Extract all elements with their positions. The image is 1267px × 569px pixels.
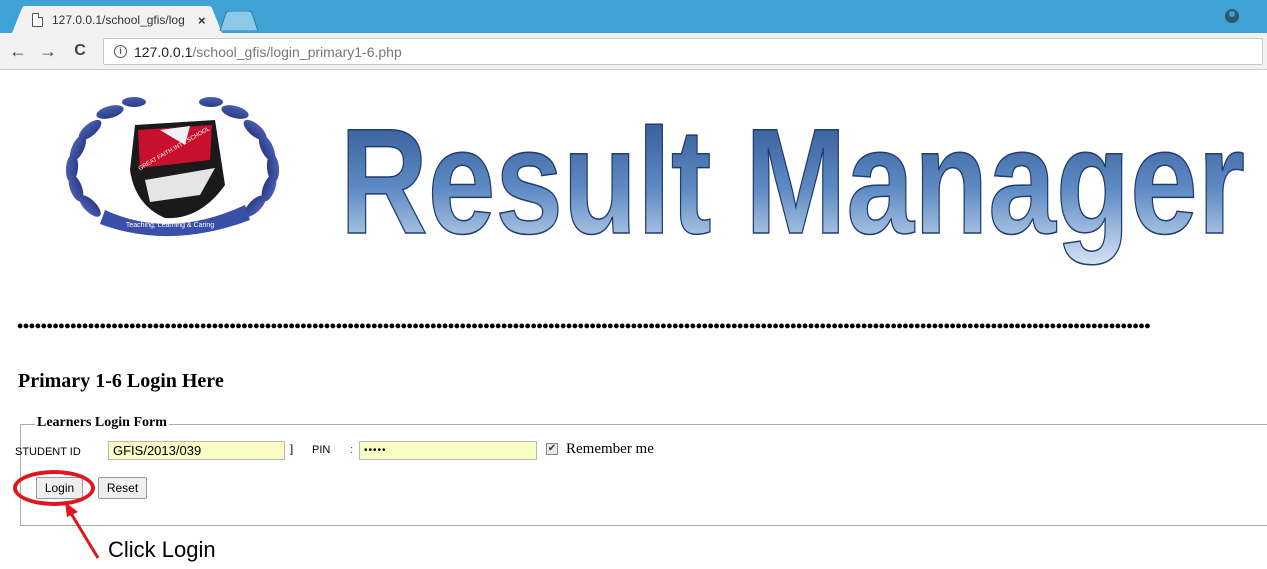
annotation-arrow-icon — [65, 502, 100, 559]
new-tab-button[interactable] — [218, 11, 258, 31]
student-id-label: STUDENT ID — [15, 446, 81, 458]
page-title: Primary 1-6 Login Here — [18, 370, 224, 392]
forward-button[interactable]: → — [38, 41, 58, 61]
pin-input[interactable]: ••••• — [359, 441, 537, 460]
profile-icon[interactable] — [1225, 9, 1239, 23]
login-fieldset — [20, 424, 1267, 526]
browser-tab-bar: 127.0.0.1/school_gfis/log × — [0, 0, 1267, 33]
info-icon[interactable]: i — [114, 45, 127, 58]
page-icon — [32, 13, 43, 27]
dotted-separator: ••••••••••••••••••••••••••••••••••••••••… — [17, 316, 1151, 336]
browser-toolbar: ← → C i 127.0.0.1/school_gfis/login_prim… — [0, 33, 1267, 70]
svg-text:Result Manager: Result Manager — [340, 97, 1245, 265]
student-id-input[interactable]: GFIS/2013/039 — [108, 441, 285, 460]
reload-button[interactable]: C — [70, 41, 90, 61]
remember-me-label: Remember me — [566, 441, 654, 457]
school-logo: Teaching, Learning & Caring GREAT FAITH … — [65, 97, 280, 237]
annotation-text: Click Login — [108, 537, 216, 562]
result-manager-banner: Result Manager — [340, 96, 1246, 266]
url-text[interactable]: 127.0.0.1/school_gfis/login_primary1-6.p… — [134, 44, 402, 60]
remember-me-checkbox[interactable]: ✔ — [546, 443, 558, 455]
reset-button[interactable]: Reset — [98, 477, 147, 499]
close-tab-icon[interactable]: × — [198, 13, 206, 28]
pin-colon: : — [350, 444, 354, 456]
tab-content: 127.0.0.1/school_gfis/log × — [32, 12, 206, 28]
back-button[interactable]: ← — [8, 41, 28, 61]
tab-title[interactable]: 127.0.0.1/school_gfis/log — [52, 13, 192, 27]
fieldset-legend: Learners Login Form — [35, 415, 169, 431]
svg-text:Teaching, Learning & Caring: Teaching, Learning & Caring — [126, 222, 214, 229]
address-bar[interactable]: i 127.0.0.1/school_gfis/login_primary1-6… — [103, 38, 1263, 65]
pin-label: PIN — [312, 444, 331, 456]
bracket-text: ] — [289, 441, 294, 456]
